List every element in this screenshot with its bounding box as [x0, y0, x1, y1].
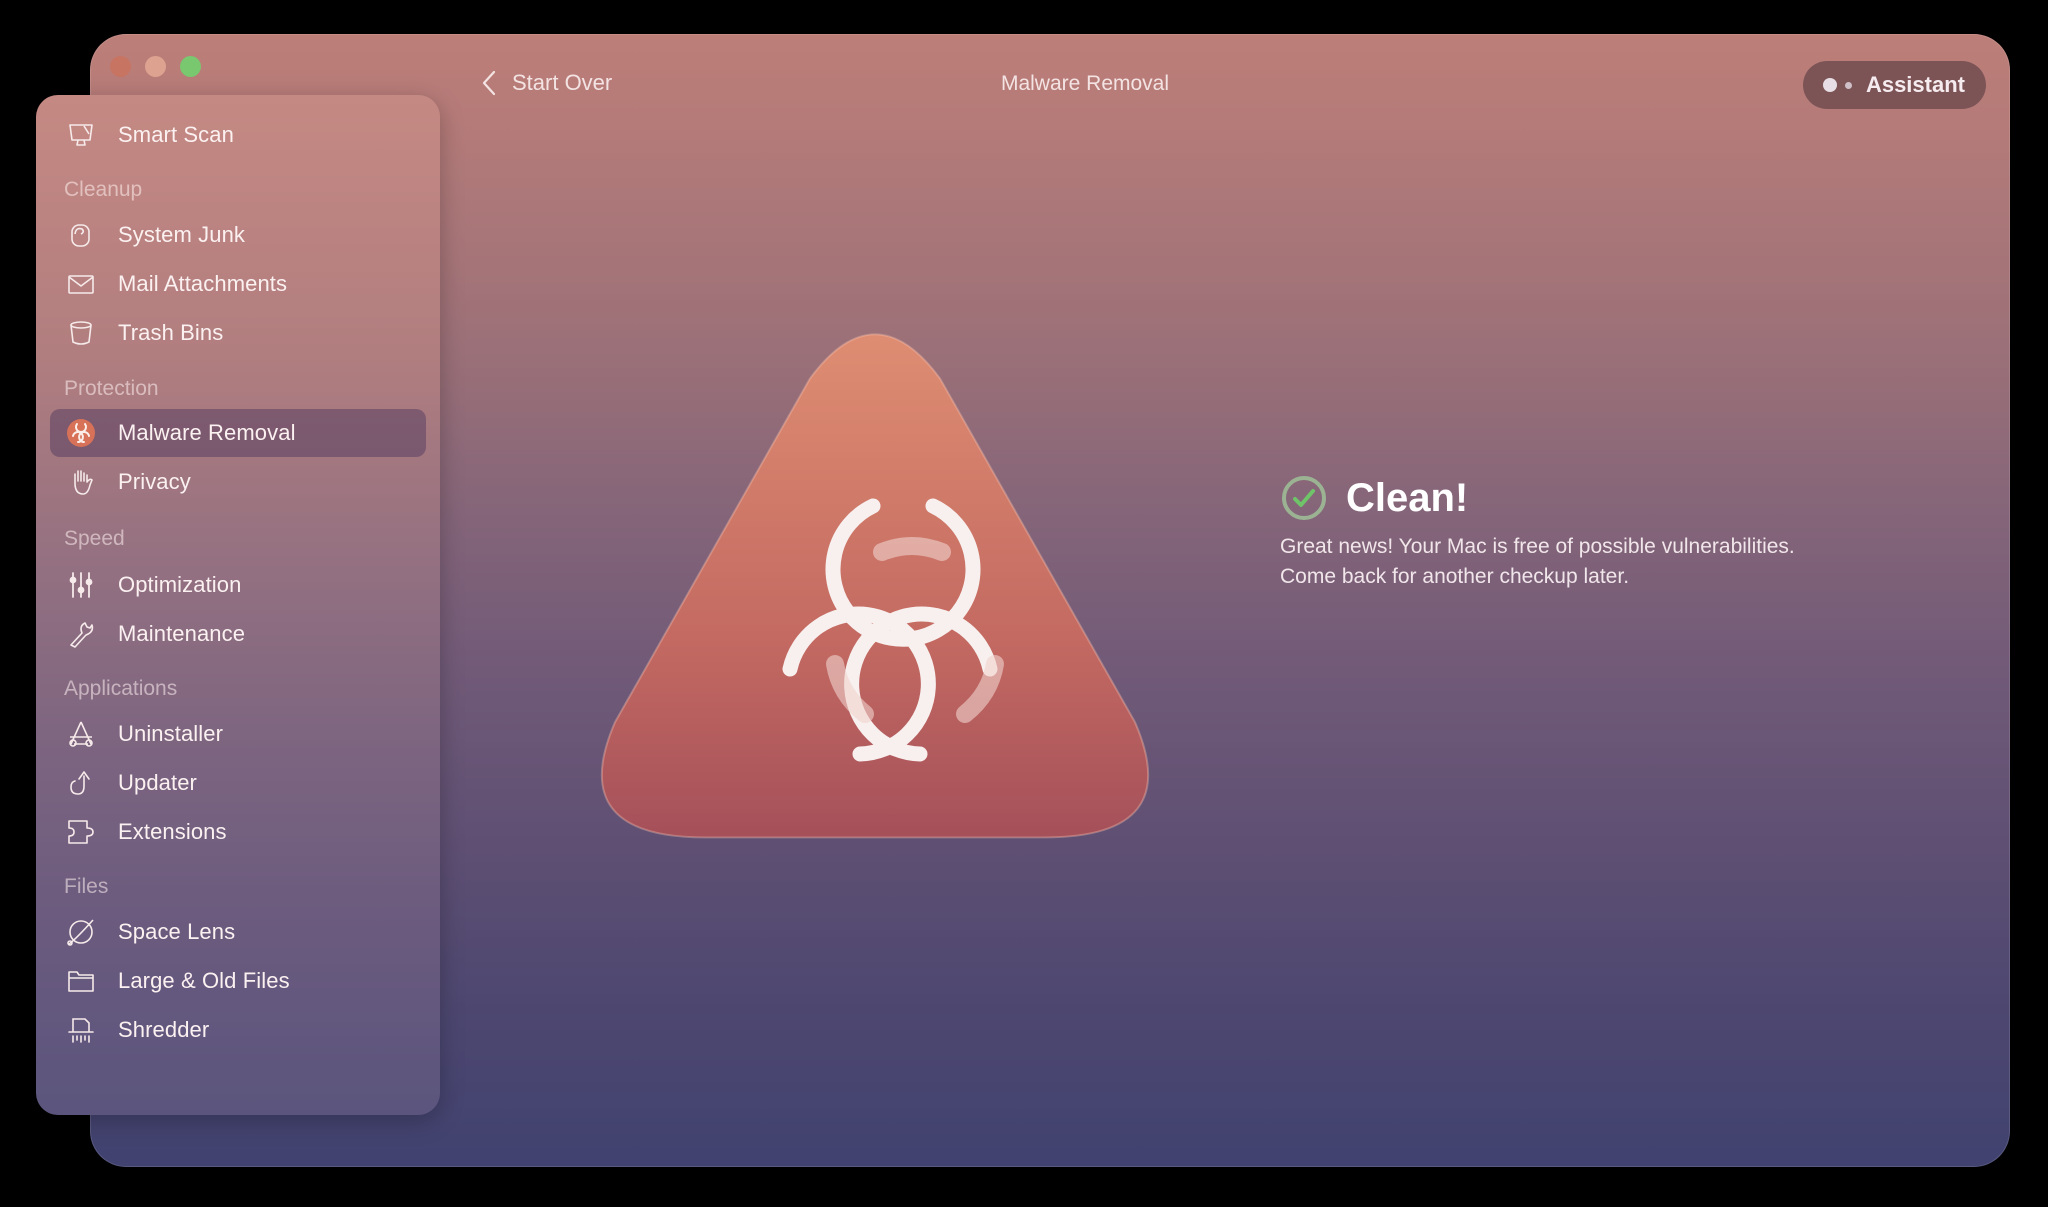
- sidebar-item-space-lens[interactable]: Space Lens: [50, 908, 426, 956]
- sidebar-item-privacy[interactable]: Privacy: [50, 458, 426, 506]
- sidebar-item-maintenance[interactable]: Maintenance: [50, 610, 426, 658]
- check-circle-icon: [1282, 476, 1326, 520]
- wrench-icon: [66, 619, 96, 649]
- scan-result: Clean! Great news! Your Mac is free of p…: [1280, 474, 1795, 592]
- mail-icon: [66, 269, 96, 299]
- shredder-icon: [66, 1015, 96, 1045]
- sliders-icon: [66, 570, 96, 600]
- sidebar-item-extensions[interactable]: Extensions: [50, 808, 426, 856]
- planet-icon: [66, 917, 96, 947]
- sidebar-item-trash-bins[interactable]: Trash Bins: [50, 309, 426, 357]
- assistant-dot-large-icon: [1822, 78, 1837, 92]
- sidebar-item-shredder[interactable]: Shredder: [50, 1006, 426, 1054]
- puzzle-icon: [66, 817, 96, 847]
- sidebar-item-optimization[interactable]: Optimization: [50, 561, 426, 609]
- update-arrow-icon: [66, 768, 96, 798]
- assistant-dot-small-icon: [1844, 81, 1852, 89]
- hand-icon: [66, 467, 96, 497]
- app-uninstall-icon: [66, 719, 96, 749]
- sidebar-item-system-junk[interactable]: System Junk: [50, 211, 426, 259]
- sidebar-item-uninstaller[interactable]: Uninstaller: [50, 710, 426, 758]
- section-protection: Protection: [64, 377, 159, 400]
- sidebar-item-updater[interactable]: Updater: [50, 759, 426, 807]
- trash-icon: [66, 318, 96, 348]
- folder-icon: [66, 966, 96, 996]
- status-title: Clean!: [1346, 475, 1469, 520]
- biohazard-icon: [66, 418, 96, 448]
- monitor-icon: [66, 120, 96, 150]
- status-message-line-1: Great news! Your Mac is free of possible…: [1280, 535, 1795, 558]
- sidebar-item-mail-attachments[interactable]: Mail Attachments: [50, 260, 426, 308]
- sidebar-item-large-old-files[interactable]: Large & Old Files: [50, 957, 426, 1005]
- section-cleanup: Cleanup: [64, 178, 143, 201]
- biohazard-triangle-icon: [595, 324, 1155, 864]
- status-message-line-2: Come back for another checkup later.: [1280, 565, 1630, 588]
- window-title: Malware Removal: [1000, 72, 1170, 95]
- section-files: Files: [64, 875, 109, 898]
- assistant-label: Assistant: [1865, 72, 1965, 97]
- sidebar-item-smart-scan[interactable]: Smart Scan: [50, 111, 426, 159]
- sidebar: Smart Scan Cleanup System Junk Mail Atta…: [36, 95, 440, 1115]
- assistant-button[interactable]: Assistant: [1802, 61, 1986, 109]
- sidebar-item-malware-removal[interactable]: Malware Removal: [50, 409, 426, 457]
- section-applications: Applications: [64, 677, 178, 700]
- section-speed: Speed: [64, 527, 125, 550]
- junk-icon: [66, 220, 96, 250]
